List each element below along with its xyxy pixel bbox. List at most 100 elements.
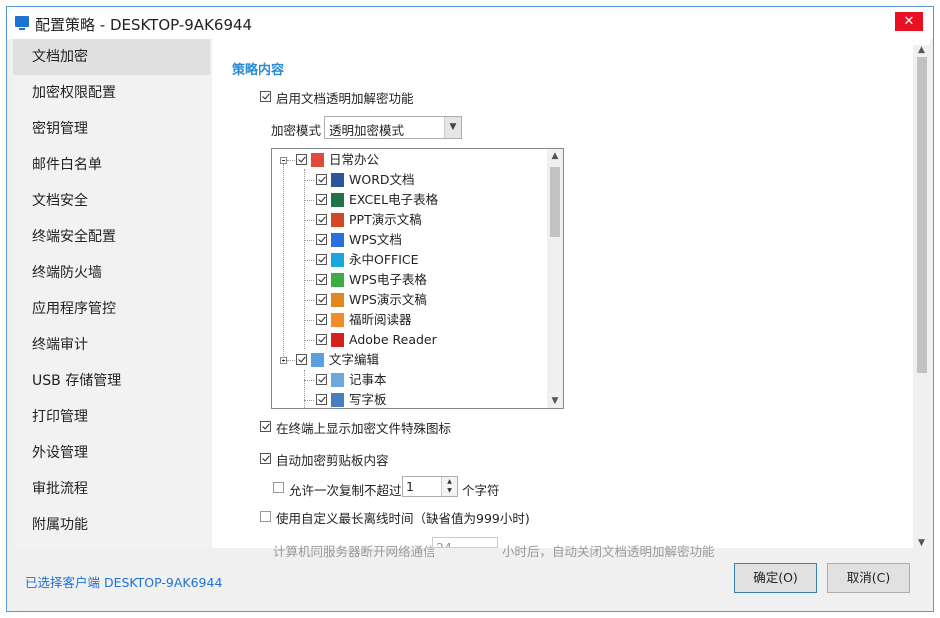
tree-item-label: WPS文档 bbox=[349, 232, 402, 247]
auto-clipboard-label: 自动加密剪贴板内容 bbox=[276, 453, 389, 468]
ok-button[interactable]: 确定(O) bbox=[734, 563, 817, 593]
tree-checkbox[interactable] bbox=[316, 174, 327, 185]
tree-checkbox[interactable] bbox=[296, 154, 307, 165]
tree-item-label: 写字板 bbox=[349, 392, 387, 407]
tree-item-label: PPT演示文稿 bbox=[349, 212, 422, 227]
offline-hours-value: 24 bbox=[436, 540, 452, 548]
custom-offline-label: 使用自定义最长离线时间（缺省值为999小时) bbox=[276, 511, 530, 526]
yozo-icon bbox=[331, 253, 344, 267]
close-button[interactable]: ✕ bbox=[895, 12, 923, 31]
content-scroll-thumb[interactable] bbox=[917, 57, 927, 373]
sidebar-item[interactable]: 文档加密 bbox=[13, 39, 210, 75]
chevron-down-icon[interactable]: ▼ bbox=[444, 117, 461, 138]
auto-clipboard-checkbox[interactable] bbox=[260, 453, 271, 464]
selected-client-link[interactable]: 已选择客户端 DESKTOP-9AK6944 bbox=[25, 572, 222, 591]
cancel-button[interactable]: 取消(C) bbox=[827, 563, 910, 593]
sidebar-item[interactable]: 审批流程 bbox=[13, 471, 210, 507]
tree-item[interactable]: 福昕阅读器 bbox=[272, 310, 547, 330]
tree-checkbox[interactable] bbox=[316, 314, 327, 325]
collapse-toggle-icon[interactable] bbox=[280, 157, 287, 164]
tree-item[interactable]: Adobe Reader bbox=[272, 330, 547, 350]
sidebar-item[interactable]: 应用程序管控 bbox=[13, 291, 210, 327]
tree-item-label: 日常办公 bbox=[329, 152, 380, 167]
tree-checkbox[interactable] bbox=[316, 254, 327, 265]
show-icon-checkbox[interactable] bbox=[260, 421, 271, 432]
spin-down-icon[interactable]: ▼ bbox=[442, 486, 457, 495]
tree-item-label: Adobe Reader bbox=[349, 332, 437, 347]
offline-hours-suffix: 小时后，自动关闭文档透明加解密功能 bbox=[502, 544, 715, 559]
scroll-down-icon[interactable]: ▼ bbox=[913, 538, 930, 548]
wordpad-icon bbox=[331, 393, 344, 407]
tree-scrollbar[interactable]: ▲ ▼ bbox=[547, 149, 563, 408]
encryption-mode-select[interactable]: 透明加密模式 ▼ bbox=[324, 116, 462, 139]
sidebar-item[interactable]: USB 存储管理 bbox=[13, 363, 210, 399]
tree-item[interactable]: WPS演示文稿 bbox=[272, 290, 547, 310]
sidebar-item[interactable]: 终端防火墙 bbox=[13, 255, 210, 291]
tree-item-label: 福昕阅读器 bbox=[349, 312, 412, 327]
tree-item-label: 记事本 bbox=[349, 372, 387, 387]
content-scrollbar[interactable]: ▲ ▼ bbox=[913, 45, 930, 548]
text-edit-icon bbox=[311, 353, 324, 367]
tree-item[interactable]: EXCEL电子表格 bbox=[272, 190, 547, 210]
adobe-reader-icon bbox=[331, 333, 344, 347]
sidebar-item[interactable]: 外设管理 bbox=[13, 435, 210, 471]
sidebar-item[interactable]: 文档安全 bbox=[13, 183, 210, 219]
tree-item-label: 永中OFFICE bbox=[349, 252, 419, 267]
tree-scroll-thumb[interactable] bbox=[550, 167, 560, 237]
tree-item[interactable]: 永中OFFICE bbox=[272, 250, 547, 270]
section-title: 策略内容 bbox=[232, 63, 285, 78]
tree-item[interactable]: 记事本 bbox=[272, 370, 547, 390]
tree-item-label: EXCEL电子表格 bbox=[349, 192, 439, 207]
tree-group[interactable]: 文字编辑 bbox=[272, 350, 547, 370]
tree-item[interactable]: WPS文档 bbox=[272, 230, 547, 250]
copy-limit-checkbox[interactable] bbox=[273, 482, 284, 493]
tree-checkbox[interactable] bbox=[316, 274, 327, 285]
tree-checkbox[interactable] bbox=[316, 194, 327, 205]
sidebar-item[interactable]: 打印管理 bbox=[13, 399, 210, 435]
tree-group[interactable]: 日常办公 bbox=[272, 150, 547, 170]
tree-item-label: WPS电子表格 bbox=[349, 272, 427, 287]
wps-ppt-icon bbox=[331, 293, 344, 307]
tree-checkbox[interactable] bbox=[316, 234, 327, 245]
enable-encryption-checkbox[interactable] bbox=[260, 91, 271, 102]
tree-item[interactable]: 写字板 bbox=[272, 390, 547, 408]
word-icon bbox=[331, 173, 344, 187]
sidebar-item[interactable]: 邮件白名单 bbox=[13, 147, 210, 183]
scroll-down-icon[interactable]: ▼ bbox=[547, 396, 563, 406]
copy-limit-spinner[interactable]: 1 ▲ ▼ bbox=[402, 476, 458, 497]
copy-limit-value: 1 bbox=[406, 479, 414, 494]
tree-checkbox[interactable] bbox=[316, 294, 327, 305]
tree-item[interactable]: WPS电子表格 bbox=[272, 270, 547, 290]
scroll-up-icon[interactable]: ▲ bbox=[547, 151, 563, 161]
offline-hours-label: 计算机同服务器断开网络通信 bbox=[273, 544, 436, 559]
sidebar-item[interactable]: 密钥管理 bbox=[13, 111, 210, 147]
offline-hours-spinner[interactable]: 24 bbox=[432, 537, 498, 548]
sidebar: 文档加密 加密权限配置 密钥管理 邮件白名单 文档安全 终端安全配置 终端防火墙 应用程序管控… bbox=[13, 39, 210, 548]
tree-item-label: WPS演示文稿 bbox=[349, 292, 427, 307]
wps-sheet-icon bbox=[331, 273, 344, 287]
policy-content: 策略内容 启用文档透明加解密功能 加密模式 透明加密模式 ▼ ▲ ▼ 日常办公 W… bbox=[212, 39, 930, 559]
tree-checkbox[interactable] bbox=[316, 334, 327, 345]
enable-encryption-label: 启用文档透明加解密功能 bbox=[276, 91, 414, 106]
ppt-icon bbox=[331, 213, 344, 227]
monitor-icon bbox=[15, 16, 29, 30]
window-title: 配置策略 - DESKTOP-9AK6944 bbox=[35, 16, 253, 34]
sidebar-item[interactable]: 加密权限配置 bbox=[13, 75, 210, 111]
tree-checkbox[interactable] bbox=[316, 374, 327, 385]
scroll-up-icon[interactable]: ▲ bbox=[913, 45, 930, 55]
notepad-icon bbox=[331, 373, 344, 387]
sidebar-item[interactable]: 附属功能 bbox=[13, 507, 210, 543]
spin-up-icon[interactable]: ▲ bbox=[442, 477, 457, 486]
folder-office-icon bbox=[311, 153, 324, 167]
tree-checkbox[interactable] bbox=[296, 354, 307, 365]
program-tree[interactable]: ▲ ▼ 日常办公 WORD文档 EXCEL电子表格 PPT演示文稿 WPS文档永中OFF… bbox=[271, 148, 564, 409]
tree-checkbox[interactable] bbox=[316, 394, 327, 405]
sidebar-item[interactable]: 终端安全配置 bbox=[13, 219, 210, 255]
tree-checkbox[interactable] bbox=[316, 214, 327, 225]
tree-item[interactable]: PPT演示文稿 bbox=[272, 210, 547, 230]
sidebar-item[interactable]: 终端审计 bbox=[13, 327, 210, 363]
title-bar: 配置策略 - DESKTOP-9AK6944 ✕ bbox=[7, 7, 933, 39]
custom-offline-checkbox[interactable] bbox=[260, 511, 271, 522]
copy-limit-label: 允许一次复制不超过 bbox=[289, 483, 402, 498]
tree-item[interactable]: WORD文档 bbox=[272, 170, 547, 190]
